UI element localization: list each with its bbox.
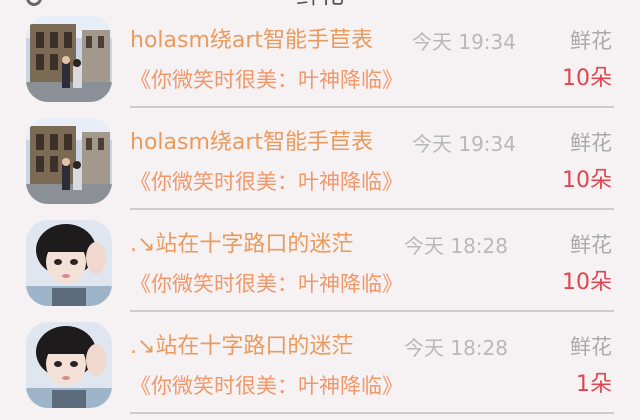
gift-count: 1朵 [576,372,612,397]
divider [130,412,614,414]
song-title[interactable]: 《你微笑时很美：叶神降临》 [130,65,403,95]
avatar[interactable] [26,220,112,306]
timestamp: 今天 18:28 [404,234,508,258]
sender-name[interactable]: .↘站在十字路口的迷茫 [130,230,353,260]
avatar[interactable] [26,16,112,102]
gift-count: 10朵 [562,168,612,193]
list-item[interactable]: .↘站在十字路口的迷茫 今天 18:28 鲜花 《你微笑时很美：叶神降临》 10… [0,216,640,318]
sender-name[interactable]: holasm绕art智能手苣表 [130,128,373,158]
page-title: 鲜花 [0,0,640,10]
gift-type-label: 鲜花 [570,29,612,53]
sender-name[interactable]: .↘站在十字路口的迷茫 [130,332,353,362]
song-title[interactable]: 《你微笑时很美：叶神降临》 [130,167,403,197]
gift-record-list: holasm绕art智能手苣表 今天 19:34 鲜花 《你微笑时很美：叶神降临… [0,12,640,420]
list-item[interactable]: .↘站在十字路口的迷茫 今天 18:28 鲜花 《你微笑时很美：叶神降临》 1朵 [0,318,640,420]
divider [130,310,614,312]
timestamp: 今天 19:34 [412,132,516,156]
song-title[interactable]: 《你微笑时很美：叶神降临》 [130,269,403,299]
list-item[interactable]: holasm绕art智能手苣表 今天 19:34 鲜花 《你微笑时很美：叶神降临… [0,114,640,216]
timestamp: 今天 18:28 [404,336,508,360]
song-title[interactable]: 《你微笑时很美：叶神降临》 [130,371,403,401]
list-item[interactable]: holasm绕art智能手苣表 今天 19:34 鲜花 《你微笑时很美：叶神降临… [0,12,640,114]
divider [130,106,614,108]
gift-count: 10朵 [562,66,612,91]
gift-count: 10朵 [562,270,612,295]
avatar[interactable] [26,118,112,204]
gift-type-label: 鲜花 [570,131,612,155]
timestamp: 今天 19:34 [412,30,516,54]
avatar[interactable] [26,322,112,408]
top-bar: 鲜花 [0,0,640,12]
divider [130,208,614,210]
sender-name[interactable]: holasm绕art智能手苣表 [130,26,373,56]
gift-type-label: 鲜花 [570,335,612,359]
gift-type-label: 鲜花 [570,233,612,257]
